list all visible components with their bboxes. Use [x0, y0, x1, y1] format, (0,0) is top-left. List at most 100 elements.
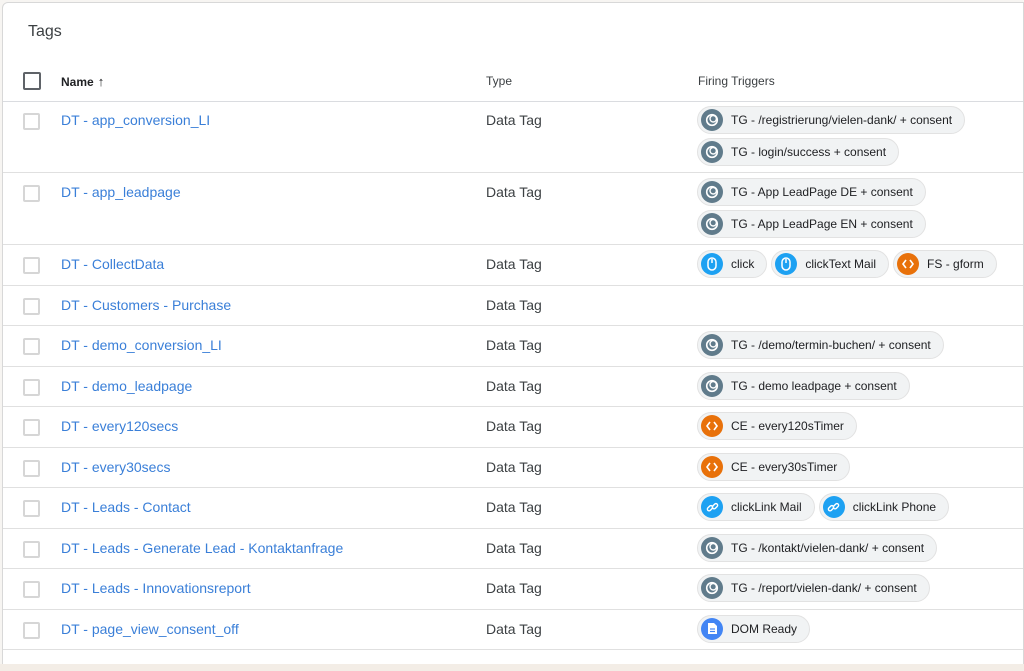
trigger-chip-label: TG - /demo/termin-buchen/ + consent	[731, 338, 931, 352]
table-row[interactable]: DT - app_leadpage Data Tag TG - App LeadPa…	[3, 173, 1023, 245]
tag-name-link[interactable]: DT - app_conversion_LI	[61, 112, 210, 128]
trigger-chip-label: TG - App LeadPage DE + consent	[731, 185, 913, 199]
table-row[interactable]: DT - demo_leadpage Data Tag TG - demo lead…	[3, 367, 1023, 407]
tag-name-link[interactable]: DT - demo_leadpage	[61, 378, 192, 394]
tag-type: Data Tag	[486, 296, 542, 313]
tags-table-card: Tags Name ↑ Type Firing Triggers DT - app…	[2, 2, 1024, 666]
trigger-chip[interactable]: click	[697, 250, 768, 278]
trigger-group-icon	[701, 109, 723, 131]
tag-name-link[interactable]: DT - Leads - Contact	[61, 499, 191, 515]
trigger-chip[interactable]: TG - /report/vielen-dank/ + consent	[697, 574, 930, 602]
table-row[interactable]: DT - Leads - Innovationsreport Data Tag TG…	[3, 569, 1023, 610]
trigger-group-icon	[701, 374, 723, 397]
firing-triggers: TG - /demo/termin-buchen/ + consent	[697, 331, 1023, 363]
trigger-chip-label: TG - App LeadPage EN + consent	[731, 217, 913, 231]
tag-name-link[interactable]: DT - Leads - Innovationsreport	[61, 580, 251, 596]
tag-name-link[interactable]: DT - CollectData	[61, 256, 164, 272]
firing-triggers: TG - demo leadpage + consent	[697, 371, 1023, 404]
trigger-chip[interactable]: TG - demo leadpage + consent	[697, 371, 910, 400]
row-checkbox[interactable]	[23, 185, 40, 202]
trigger-chip-label: TG - demo leadpage + consent	[731, 378, 897, 393]
row-checkbox[interactable]	[23, 338, 40, 355]
trigger-chip[interactable]: TG - /registrierung/vielen-dank/ + conse…	[697, 106, 966, 134]
table-row[interactable]: DT - Customers - Purchase Data Tag	[3, 286, 1023, 326]
tag-type: Data Tag	[486, 256, 542, 272]
trigger-chip[interactable]: TG - App LeadPage DE + consent	[697, 178, 926, 206]
trigger-chip-label: clickLink Phone	[852, 500, 937, 514]
trigger-chip[interactable]: CE - every120sTimer	[697, 412, 857, 440]
trigger-chip-label: FS - gform	[927, 257, 984, 271]
table-row[interactable]: DT - demo_conversion_LI Data Tag TG - /dem…	[3, 326, 1023, 367]
table-row[interactable]: DT - CollectData Data Tag click clickText M…	[3, 245, 1023, 286]
table-row[interactable]: DT - Leads - Contact Data Tag clickLink Ma…	[3, 488, 1023, 529]
row-checkbox[interactable]	[23, 459, 40, 477]
page-bottom-edge	[0, 664, 1024, 671]
mouse-icon	[701, 253, 723, 275]
firing-triggers: TG - /registrierung/vielen-dank/ + conse…	[697, 106, 1023, 170]
firing-triggers: CE - every30sTimer	[697, 452, 1023, 485]
tag-type: Data Tag	[486, 539, 542, 556]
trigger-group-icon	[701, 213, 723, 235]
column-header-firing-triggers: Firing Triggers	[698, 74, 775, 88]
page-title: Tags	[28, 23, 62, 40]
firing-triggers: click clickText Mail FS - gform	[697, 250, 1023, 282]
trigger-group-icon	[701, 577, 723, 599]
trigger-group-icon	[701, 334, 723, 356]
trigger-chip[interactable]: clickLink Phone	[818, 493, 950, 521]
table-row[interactable]: DT - page_view_consent_off Data Tag DOM Re…	[3, 610, 1023, 650]
row-checkbox[interactable]	[23, 419, 40, 436]
row-checkbox[interactable]	[23, 500, 40, 517]
firing-triggers: TG - /kontakt/vielen-dank/ + consent	[697, 533, 1023, 566]
tag-name-link[interactable]: DT - page_view_consent_off	[61, 621, 239, 637]
column-header-name[interactable]: Name ↑	[61, 74, 104, 89]
firing-triggers: clickLink Mail clickLink Phone	[697, 493, 1023, 525]
tag-type: Data Tag	[486, 499, 542, 515]
table-row[interactable]: DT - every120secs Data Tag CE - every120sT…	[3, 407, 1023, 448]
trigger-chip[interactable]: DOM Ready	[697, 614, 811, 643]
trigger-chip[interactable]: TG - App LeadPage EN + consent	[697, 210, 926, 238]
table-row[interactable]: DT - every30secs Data Tag CE - every30sTim…	[3, 448, 1023, 488]
row-checkbox[interactable]	[23, 581, 40, 598]
tag-name-link[interactable]: DT - app_leadpage	[61, 184, 181, 200]
select-all-checkbox[interactable]	[23, 72, 41, 90]
trigger-group-icon	[701, 536, 723, 559]
row-checkbox[interactable]	[23, 113, 40, 130]
trigger-chip[interactable]: CE - every30sTimer	[697, 452, 851, 481]
row-checkbox[interactable]	[23, 297, 40, 315]
trigger-chip[interactable]: FS - gform	[893, 250, 997, 278]
link-icon	[701, 496, 723, 518]
trigger-chip[interactable]: TG - login/success + consent	[697, 138, 900, 166]
table-header: Name ↑ Type Firing Triggers	[3, 59, 1023, 102]
trigger-chip-label: TG - login/success + consent	[731, 145, 887, 159]
tag-name-link[interactable]: DT - demo_conversion_LI	[61, 337, 222, 353]
tag-type: Data Tag	[486, 184, 542, 200]
tag-name-link[interactable]: DT - Leads - Generate Lead - Kontaktanfr…	[61, 540, 343, 556]
tag-name-link[interactable]: DT - every30secs	[61, 459, 170, 475]
row-checkbox[interactable]	[23, 621, 40, 639]
trigger-chip-label: TG - /kontakt/vielen-dank/ + consent	[731, 540, 925, 555]
trigger-chip[interactable]: TG - /demo/termin-buchen/ + consent	[697, 331, 944, 359]
row-checkbox[interactable]	[23, 257, 40, 274]
firing-triggers: CE - every120sTimer	[697, 412, 1023, 444]
tag-name-link[interactable]: DT - Customers - Purchase	[61, 297, 231, 313]
sort-ascending-icon[interactable]: ↑	[98, 74, 105, 89]
trigger-chip[interactable]: TG - /kontakt/vielen-dank/ + consent	[697, 533, 938, 562]
column-header-type[interactable]: Type	[486, 74, 512, 88]
table-row[interactable]: DT - app_conversion_LI Data Tag TG - /regi…	[3, 101, 1023, 173]
column-header-name-label: Name	[61, 75, 94, 89]
trigger-chip[interactable]: clickLink Mail	[697, 493, 815, 521]
trigger-chip-label: clickLink Mail	[731, 500, 802, 514]
firing-triggers: DOM Ready	[697, 614, 1023, 647]
code-icon	[701, 455, 723, 478]
row-checkbox[interactable]	[23, 378, 40, 396]
table-row[interactable]: DT - Leads - Generate Lead - Kontaktanfr…	[3, 529, 1023, 569]
link-icon	[822, 496, 845, 518]
row-checkbox[interactable]	[23, 540, 40, 558]
tag-type: Data Tag	[486, 112, 542, 128]
trigger-chip[interactable]: clickText Mail	[771, 250, 890, 278]
tag-type: Data Tag	[486, 418, 542, 434]
tag-name-link[interactable]: DT - every120secs	[61, 418, 178, 434]
tag-type: Data Tag	[486, 620, 542, 637]
code-icon	[897, 253, 920, 275]
trigger-chip-label: click	[731, 257, 755, 271]
